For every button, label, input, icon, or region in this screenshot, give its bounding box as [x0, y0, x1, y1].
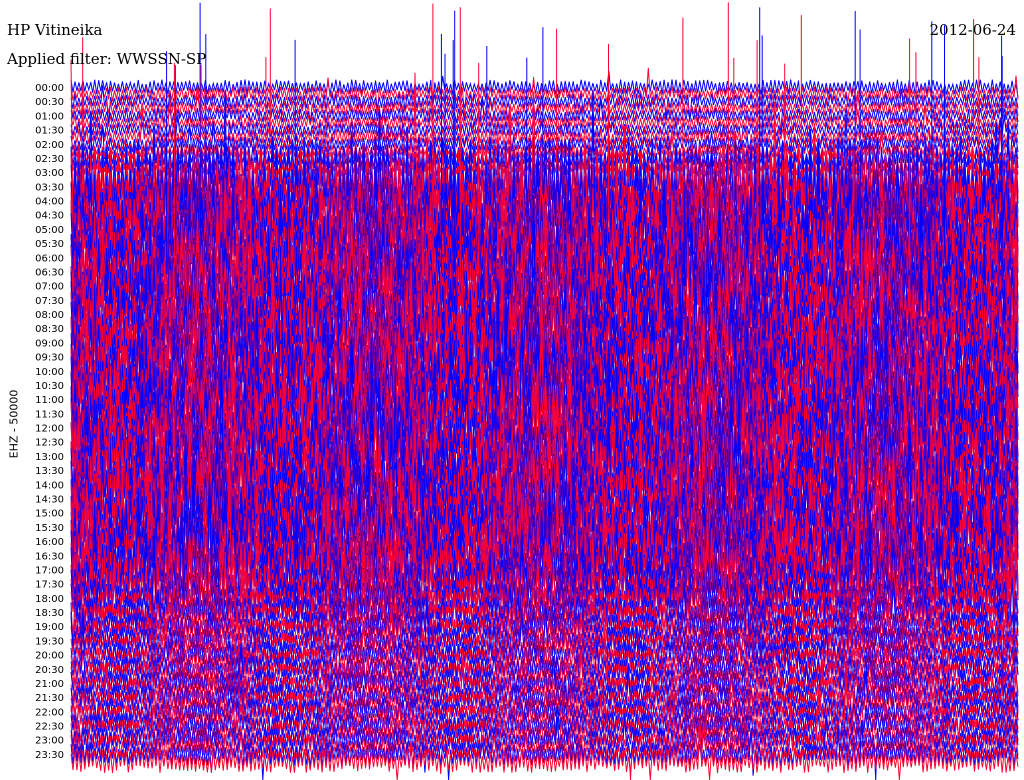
time-tick-label: 09:00: [35, 338, 64, 349]
time-tick-label: 11:30: [35, 409, 64, 420]
time-tick-label: 13:30: [35, 466, 64, 477]
time-tick-label: 04:30: [35, 211, 64, 222]
time-tick-label: 05:00: [35, 225, 64, 236]
time-tick-label: 13:00: [35, 452, 64, 463]
time-tick-label: 14:30: [35, 495, 64, 506]
plot-date: 2012-06-24: [929, 21, 1016, 39]
time-tick-label: 15:30: [35, 523, 64, 534]
time-tick-label: 08:30: [35, 324, 64, 335]
filter-label: Applied filter:: [7, 50, 112, 68]
trace-lines: [70, 2, 1019, 780]
time-tick-label: 16:30: [35, 551, 64, 562]
time-tick-label: 21:30: [35, 693, 64, 704]
time-tick-label: 06:00: [35, 253, 64, 264]
station-title: HP Vitineika: [7, 21, 103, 39]
time-tick-label: 08:00: [35, 310, 64, 321]
time-tick-label: 00:30: [35, 97, 64, 108]
time-tick-label: 19:00: [35, 622, 64, 633]
time-tick-label: 20:30: [35, 665, 64, 676]
time-tick-label: 01:30: [35, 126, 64, 137]
time-tick-label: 18:00: [35, 594, 64, 605]
time-tick-label: 06:30: [35, 268, 64, 279]
filter-name: WWSSN-SP: [116, 50, 207, 68]
time-tick-label: 18:30: [35, 608, 64, 619]
time-tick-label: 03:00: [35, 168, 64, 179]
time-tick-label: 23:00: [35, 736, 64, 747]
time-tick-label: 22:00: [35, 707, 64, 718]
time-tick-label: 11:00: [35, 395, 64, 406]
time-tick-label: 17:30: [35, 580, 64, 591]
helicorder-plot: 00:00 00:30 01:00 01:30 02:00 02:30 03:00 03:30…: [35, 2, 1019, 780]
time-tick-label: 20:00: [35, 651, 64, 662]
time-tick-label: 16:00: [35, 537, 64, 548]
time-tick-label: 10:00: [35, 367, 64, 378]
time-tick-label: 07:30: [35, 296, 64, 307]
time-tick-label: 14:00: [35, 480, 64, 491]
time-tick-label: 01:00: [35, 111, 64, 122]
time-tick-label: 00:00: [35, 83, 64, 94]
time-tick-label: 12:30: [35, 438, 64, 449]
helicorder-page: 00:00 00:30 01:00 01:30 02:00 02:30 03:00 03:30…: [0, 0, 1024, 780]
time-tick-label: 12:00: [35, 424, 64, 435]
channel-scale-label: EHZ - 50000: [7, 389, 21, 459]
time-tick-label: 23:30: [35, 750, 64, 761]
time-tick-label: 03:30: [35, 182, 64, 193]
time-tick-labels: 00:00 00:30 01:00 01:30 02:00 02:30 03:00 03:30…: [35, 83, 64, 761]
time-tick-label: 05:30: [35, 239, 64, 250]
time-tick-label: 10:30: [35, 381, 64, 392]
time-tick-label: 09:30: [35, 353, 64, 364]
time-tick-label: 02:30: [35, 154, 64, 165]
time-tick-label: 15:00: [35, 509, 64, 520]
time-tick-label: 07:00: [35, 282, 64, 293]
time-tick-label: 19:30: [35, 636, 64, 647]
time-tick-label: 04:00: [35, 197, 64, 208]
filter-line: Applied filter: WWSSN-SP: [7, 52, 206, 67]
time-tick-label: 22:30: [35, 722, 64, 733]
time-tick-label: 21:00: [35, 679, 64, 690]
time-tick-label: 02:00: [35, 140, 64, 151]
time-tick-label: 17:00: [35, 565, 64, 576]
